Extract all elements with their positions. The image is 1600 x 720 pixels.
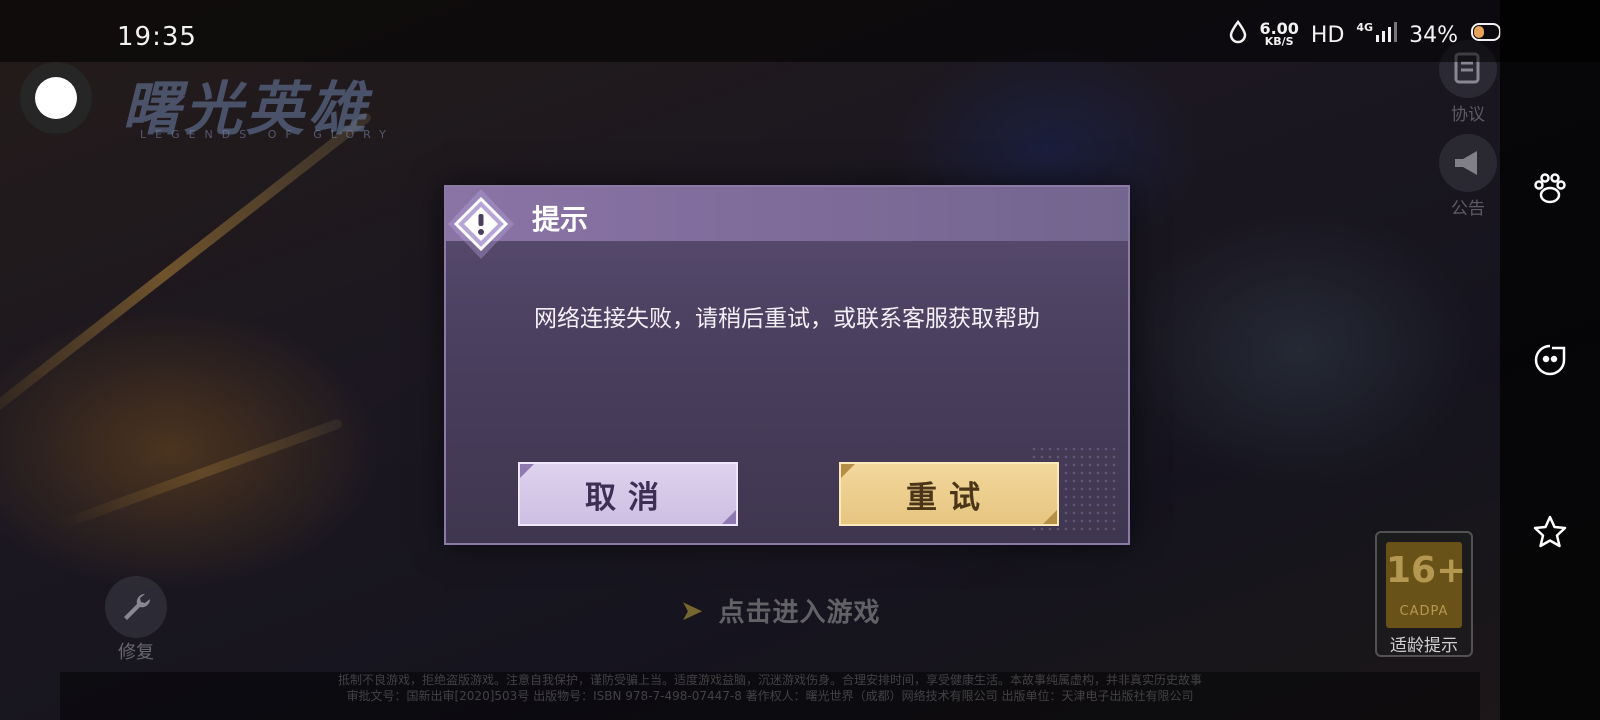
signal-bars-icon — [1375, 21, 1398, 49]
enter-game-label: 点击进入游戏 — [718, 598, 881, 628]
repair-label: 修复 — [118, 642, 154, 663]
button-corner — [841, 464, 855, 478]
cancel-button[interactable]: 取消 — [518, 462, 738, 526]
age-rating-number: 16+ — [1386, 550, 1467, 591]
paw-icon[interactable] — [1530, 168, 1570, 208]
arrow-right-icon: ➤ — [680, 594, 705, 627]
signal-indicator: 4G — [1356, 21, 1398, 49]
battery-icon — [1470, 21, 1504, 49]
star-icon[interactable] — [1530, 512, 1570, 552]
cancel-button-label: 取消 — [585, 479, 671, 516]
face-icon[interactable] — [1530, 340, 1570, 380]
legal-footer: 抵制不良游戏，拒绝盗版游戏。注意自我保护，谨防受骗上当。适度游戏益脑，沉迷游戏伤… — [60, 672, 1480, 720]
agreement-label: 协议 — [1451, 105, 1485, 125]
wrench-icon — [105, 576, 167, 638]
warning-icon — [440, 183, 522, 265]
game-logo: 曙光英雄 LEGENDS OF GLORY — [122, 62, 452, 143]
age-rating-badge[interactable]: 16+ CADPA 适龄提示 — [1375, 531, 1473, 657]
button-corner — [722, 510, 736, 524]
network-error-dialog: 提示 网络连接失败，请稍后重试，或联系客服获取帮助 取消 重试 — [444, 185, 1130, 545]
drop-icon — [1229, 19, 1247, 50]
age-rating-org: CADPA — [1399, 604, 1449, 619]
dialog-title: 提示 — [532, 203, 589, 236]
network-speed: 6.00 KB/S — [1259, 19, 1299, 49]
status-icons: 6.00 KB/S HD 4G 34% — [1229, 19, 1504, 50]
hd-indicator: HD — [1310, 22, 1345, 48]
dialog-message: 网络连接失败，请稍后重试，或联系客服获取帮助 — [534, 306, 1040, 332]
battery-percent: 34% — [1409, 22, 1458, 48]
side-toolbar — [1500, 0, 1600, 720]
floating-assistant-button[interactable] — [20, 62, 92, 134]
status-time: 19:35 — [117, 22, 197, 52]
footer-line: 抵制不良游戏，拒绝盗版游戏。注意自我保护，谨防受骗上当。适度游戏益脑，沉迷游戏伤… — [337, 673, 1202, 687]
age-rating-label: 适龄提示 — [1390, 636, 1458, 656]
network-speed-unit: KB/S — [1264, 35, 1294, 48]
button-corner — [520, 464, 534, 478]
retry-button[interactable]: 重试 — [839, 462, 1059, 526]
retry-button-label: 重试 — [906, 479, 992, 516]
announcement-label: 公告 — [1451, 199, 1485, 219]
announcement-button[interactable]: 公告 — [1436, 134, 1500, 219]
footer-line: 审批文号：国新出审[2020]503号 出版物号：ISBN 978-7-498-… — [346, 689, 1194, 703]
button-corner — [1043, 510, 1057, 524]
enter-game-button[interactable]: ➤ 点击进入游戏 — [680, 592, 880, 629]
network-type: 4G — [1356, 21, 1374, 34]
status-bar: 19:35 6.00 KB/S HD 4G 34% — [0, 0, 1600, 62]
logo-subtitle: LEGENDS OF GLORY — [140, 128, 395, 141]
megaphone-icon — [1439, 134, 1497, 192]
network-speed-value: 6.00 — [1259, 19, 1299, 38]
repair-button[interactable]: 修复 — [104, 576, 168, 664]
age-rating-box: 16+ CADPA — [1386, 542, 1467, 628]
